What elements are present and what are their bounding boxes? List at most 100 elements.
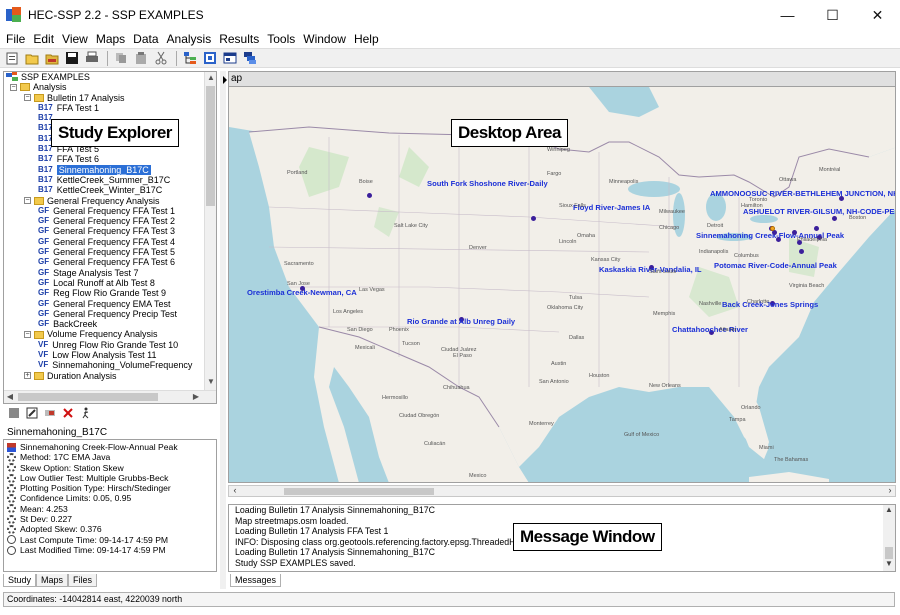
- gage-site-marker[interactable]: [832, 216, 837, 221]
- scroll-thumb[interactable]: [206, 86, 215, 206]
- scroll-left-icon[interactable]: ‹: [229, 485, 241, 495]
- close-study-icon[interactable]: [44, 50, 60, 66]
- tab-maps[interactable]: Maps: [36, 574, 69, 587]
- copy-icon[interactable]: [113, 50, 129, 66]
- tree-item-b17[interactable]: B17 Sinnemahoning_B17C: [4, 164, 206, 175]
- collapse-toggle[interactable]: −: [24, 331, 31, 339]
- tree-item-vf[interactable]: VF Sinnemahoning_VolumeFrequency: [4, 360, 206, 370]
- scroll-right-icon[interactable]: ▶: [190, 391, 202, 403]
- tree-item-b17[interactable]: B17 KettleCreek_Winter_B17C: [4, 185, 206, 195]
- menu-tools[interactable]: Tools: [263, 32, 299, 46]
- tree-analysis-folder[interactable]: − Analysis: [4, 82, 206, 92]
- explorer-vertical-scrollbar[interactable]: ▲ ▼: [204, 72, 216, 390]
- tab-files[interactable]: Files: [68, 574, 98, 587]
- print-icon[interactable]: [84, 50, 100, 66]
- selected-site-marker[interactable]: [770, 226, 775, 231]
- tree-view-icon[interactable]: [182, 50, 198, 66]
- open-study-icon[interactable]: [24, 50, 40, 66]
- rename-icon[interactable]: [43, 407, 56, 420]
- gage-site-marker[interactable]: [799, 249, 804, 254]
- paste-icon[interactable]: [133, 50, 149, 66]
- tree-vf-folder[interactable]: − Volume Frequency Analysis: [4, 329, 206, 339]
- menu-maps[interactable]: Maps: [92, 32, 129, 46]
- map-window-icon[interactable]: [202, 50, 218, 66]
- tree-b17-folder[interactable]: − Bulletin 17 Analysis: [4, 93, 206, 103]
- scroll-thumb[interactable]: [885, 547, 893, 559]
- gage-site-marker[interactable]: [531, 216, 536, 221]
- tree-item-gf[interactable]: GF General Frequency FFA Test 2: [4, 216, 206, 226]
- scroll-right-icon[interactable]: ›: [884, 485, 896, 495]
- gage-site-marker[interactable]: [367, 193, 372, 198]
- tree-item-b17[interactable]: B17 FFA Test 1: [4, 103, 206, 113]
- scroll-left-icon[interactable]: ◀: [4, 391, 16, 403]
- message-vertical-scrollbar[interactable]: ▲ ▼: [883, 505, 895, 571]
- window-layout-icon[interactable]: [222, 50, 238, 66]
- delete-icon[interactable]: [61, 407, 74, 420]
- tree-item-gf[interactable]: GF General Frequency FFA Test 5: [4, 247, 206, 257]
- tree-item-gf[interactable]: GF General Frequency EMA Test: [4, 299, 206, 309]
- menu-window[interactable]: Window: [299, 32, 350, 46]
- tree-item-gf[interactable]: GF General Frequency FFA Test 1: [4, 206, 206, 216]
- tree-item-gf[interactable]: GF BackCreek: [4, 319, 206, 329]
- tree-root[interactable]: SSP EXAMPLES: [4, 72, 206, 82]
- scroll-thumb[interactable]: [284, 488, 434, 495]
- tree-item-b17[interactable]: B17 FFA Test 6: [4, 154, 206, 164]
- tree-item-gf[interactable]: GF Stage Analysis Test 7: [4, 268, 206, 278]
- save-icon[interactable]: [64, 50, 80, 66]
- tree-item-vf[interactable]: VF Low Flow Analysis Test 11: [4, 350, 206, 360]
- tile-windows-icon[interactable]: [242, 50, 258, 66]
- gage-site-marker[interactable]: [814, 226, 819, 231]
- maximize-button[interactable]: ☐: [810, 0, 855, 30]
- map-horizontal-scrollbar[interactable]: ‹ ›: [228, 485, 896, 497]
- collapse-toggle[interactable]: −: [24, 94, 31, 102]
- menu-file[interactable]: File: [2, 32, 29, 46]
- gage-site-label[interactable]: Orestimba Creek-Newman, CA: [247, 288, 357, 297]
- tree-item-b17[interactable]: B17 KettleCreek_Summer_B17C: [4, 175, 206, 185]
- edit-icon[interactable]: [25, 407, 38, 420]
- tree-item-gf[interactable]: GF Local Runoff at Alb Test 8: [4, 278, 206, 288]
- gage-site-marker[interactable]: [792, 230, 797, 235]
- scroll-down-icon[interactable]: ▼: [205, 376, 216, 388]
- map-view[interactable]: South Fork Shoshone River-Daily Floyd Riv…: [228, 87, 896, 483]
- new-study-icon[interactable]: [4, 50, 20, 66]
- gage-site-label[interactable]: Rio Grande at Alb Unreg Daily: [407, 317, 515, 326]
- collapse-toggle[interactable]: −: [10, 83, 17, 91]
- cut-icon[interactable]: [153, 50, 169, 66]
- tree-item-gf[interactable]: GF General Frequency FFA Test 6: [4, 257, 206, 267]
- gage-site-label[interactable]: Back Creek-Jones Springs: [722, 300, 818, 309]
- tree-item-gf[interactable]: GF General Frequency FFA Test 4: [4, 237, 206, 247]
- tree-item-vf[interactable]: VF Unreg Flow Rio Grande Test 10: [4, 340, 206, 350]
- tab-study[interactable]: Study: [3, 574, 37, 587]
- map-window-header[interactable]: ap: [223, 71, 896, 87]
- split-pane-divider[interactable]: [220, 71, 226, 589]
- scroll-up-icon[interactable]: ▲: [205, 72, 216, 84]
- tree-duration-folder[interactable]: + Duration Analysis: [4, 371, 206, 381]
- menu-view[interactable]: View: [58, 32, 92, 46]
- gage-site-label[interactable]: South Fork Shoshone River-Daily: [427, 179, 548, 188]
- scroll-down-icon[interactable]: ▼: [883, 559, 895, 568]
- menu-results[interactable]: Results: [215, 32, 263, 46]
- menu-analysis[interactable]: Analysis: [163, 32, 216, 46]
- scroll-thumb[interactable]: [18, 393, 158, 401]
- scroll-up-icon[interactable]: ▲: [883, 505, 895, 514]
- gage-site-label[interactable]: AMMONOOSUC RIVER-BETHLEHEM JUNCTION, NH-: [710, 189, 895, 198]
- run-icon[interactable]: [79, 407, 92, 420]
- collapse-toggle[interactable]: −: [24, 197, 31, 205]
- menu-data[interactable]: Data: [129, 32, 162, 46]
- menu-edit[interactable]: Edit: [29, 32, 58, 46]
- gage-site-label[interactable]: Chattahoochee River: [672, 325, 748, 334]
- close-button[interactable]: ✕: [855, 0, 900, 30]
- tab-messages[interactable]: Messages: [230, 574, 282, 587]
- gage-site-label[interactable]: ASHUELOT RIVER-GILSUM, NH-CODE-PEA: [743, 207, 895, 216]
- map-place-label: San Antonio: [539, 379, 569, 385]
- minimize-button[interactable]: —: [765, 0, 810, 30]
- tree-item-gf[interactable]: GF Reg Flow Rio Grande Test 9: [4, 288, 206, 298]
- home-icon[interactable]: [7, 407, 20, 420]
- tree-item-gf[interactable]: GF General Frequency FFA Test 3: [4, 226, 206, 236]
- menu-help[interactable]: Help: [350, 32, 383, 46]
- explorer-horizontal-scrollbar[interactable]: ◀ ▶: [4, 390, 216, 403]
- tree-gf-folder[interactable]: − General Frequency Analysis: [4, 196, 206, 206]
- tree-item-gf[interactable]: GF General Frequency Precip Test: [4, 309, 206, 319]
- gage-site-label[interactable]: Potomac River-Code-Annual Peak: [714, 261, 837, 270]
- expand-toggle[interactable]: +: [24, 372, 31, 380]
